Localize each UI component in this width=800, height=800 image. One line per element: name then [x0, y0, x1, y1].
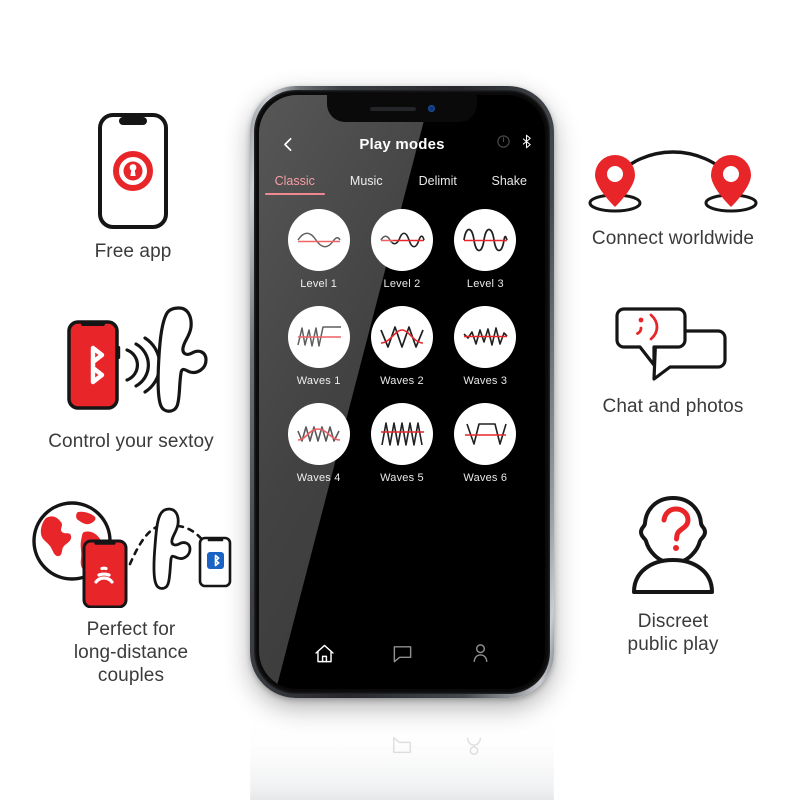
- waveform-sawtooth-icon: [370, 403, 433, 465]
- mode-label: Waves 2: [380, 375, 424, 387]
- phone-notch: [327, 95, 477, 122]
- waveform-zigzag-arc-icon: [370, 306, 433, 368]
- mode-cell[interactable]: Waves 6: [454, 403, 517, 484]
- mode-category-tabs: Classic Music Delimit Shake: [259, 166, 545, 195]
- promo-infographic: Free app Control your sextoy Perfect for…: [0, 0, 800, 800]
- app-header: Play modes: [259, 122, 545, 166]
- mode-cell[interactable]: Waves 2: [370, 306, 433, 387]
- mode-cell[interactable]: Level 2: [370, 209, 433, 290]
- chat-bubble-icon-reflection: [391, 731, 413, 758]
- mode-cell[interactable]: Waves 4: [287, 403, 350, 484]
- profile-icon-reflection: [463, 731, 485, 758]
- header-status-icons: [496, 134, 533, 154]
- mode-label: Waves 1: [296, 375, 341, 387]
- mode-label: Waves 3: [463, 375, 508, 387]
- feature-connect-worldwide: Connect worldwide: [558, 145, 788, 250]
- chevron-left-icon[interactable]: [275, 131, 301, 157]
- bluetooth-icon[interactable]: [520, 134, 533, 154]
- mode-label: Waves 6: [463, 472, 508, 484]
- feature-chat-photos: Chat and photos: [558, 305, 788, 418]
- mode-cell[interactable]: Waves 1: [287, 306, 350, 387]
- globe-phones-toy-icon: [26, 496, 236, 608]
- phone-body: Play modes Classic Music Delimit Shake L…: [250, 86, 554, 698]
- bottom-navigation-bar: [259, 627, 545, 689]
- home-icon-reflection: [319, 731, 341, 758]
- tab-classic[interactable]: Classic: [259, 174, 331, 195]
- power-circle-icon[interactable]: [496, 134, 511, 154]
- waveform-sine-high-icon: [454, 209, 517, 271]
- two-map-pins-arc-icon: [583, 145, 763, 217]
- waveform-zigzag-small-icon: [454, 306, 517, 368]
- mode-label: Level 2: [383, 278, 421, 290]
- mode-label: Level 1: [300, 278, 338, 290]
- waveform-square-icon: [454, 403, 517, 465]
- phone-screen: Play modes Classic Music Delimit Shake L…: [259, 95, 545, 689]
- feature-caption: Chat and photos: [602, 396, 744, 417]
- feature-caption: Free app: [94, 241, 172, 262]
- mode-cell[interactable]: Waves 3: [454, 306, 517, 387]
- nav-chat-button[interactable]: [389, 640, 415, 666]
- mode-label: Waves 5: [380, 472, 424, 484]
- feature-free-app: Free app: [18, 112, 248, 263]
- feature-caption: Control your sextoy: [48, 431, 214, 452]
- tab-shake[interactable]: Shake: [474, 174, 546, 195]
- phone-with-lock-logo-icon: [97, 112, 169, 230]
- earpiece-speaker: [369, 106, 416, 111]
- feature-long-distance: Perfect for long-distance couples: [16, 496, 246, 688]
- mode-cell[interactable]: Level 1: [287, 209, 350, 290]
- feature-caption: Discreet public play: [627, 611, 719, 656]
- waveform-sine-low-icon: [287, 209, 350, 271]
- phone-mockup: Play modes Classic Music Delimit Shake L…: [232, 78, 572, 800]
- tab-music[interactable]: Music: [331, 174, 403, 195]
- phone-bezel: Play modes Classic Music Delimit Shake L…: [254, 90, 550, 694]
- play-modes-app: Play modes Classic Music Delimit Shake L…: [259, 95, 545, 689]
- tab-delimit[interactable]: Delimit: [402, 174, 474, 195]
- mode-cell[interactable]: Waves 5: [370, 403, 433, 484]
- waveform-sine-rising-icon: [370, 209, 433, 271]
- nav-home-button[interactable]: [311, 640, 337, 666]
- waveform-zigzag-dome-icon: [287, 403, 350, 465]
- feature-caption: Perfect for long-distance couples: [73, 619, 189, 687]
- feature-control-sextoy: Control your sextoy: [16, 300, 246, 453]
- anonymous-person-question-icon: [612, 492, 734, 600]
- phone-reflection-nav-icons: [250, 714, 554, 774]
- waveform-zigzag-plateau-icon: [287, 306, 350, 368]
- feature-discreet-play: Discreet public play: [558, 492, 788, 656]
- mode-cell[interactable]: Level 3: [454, 209, 517, 290]
- play-modes-grid: Level 1 Level 2 Level 3 Waves 1 Waves 2 …: [259, 209, 545, 484]
- phone-bluetooth-toy-icon: [31, 300, 231, 420]
- speech-bubbles-wink-icon: [609, 305, 737, 385]
- mode-label: Level 3: [466, 278, 504, 290]
- mode-label: Waves 4: [296, 472, 341, 484]
- feature-caption: Connect worldwide: [591, 228, 755, 249]
- front-camera: [427, 105, 435, 112]
- nav-profile-button[interactable]: [467, 640, 493, 666]
